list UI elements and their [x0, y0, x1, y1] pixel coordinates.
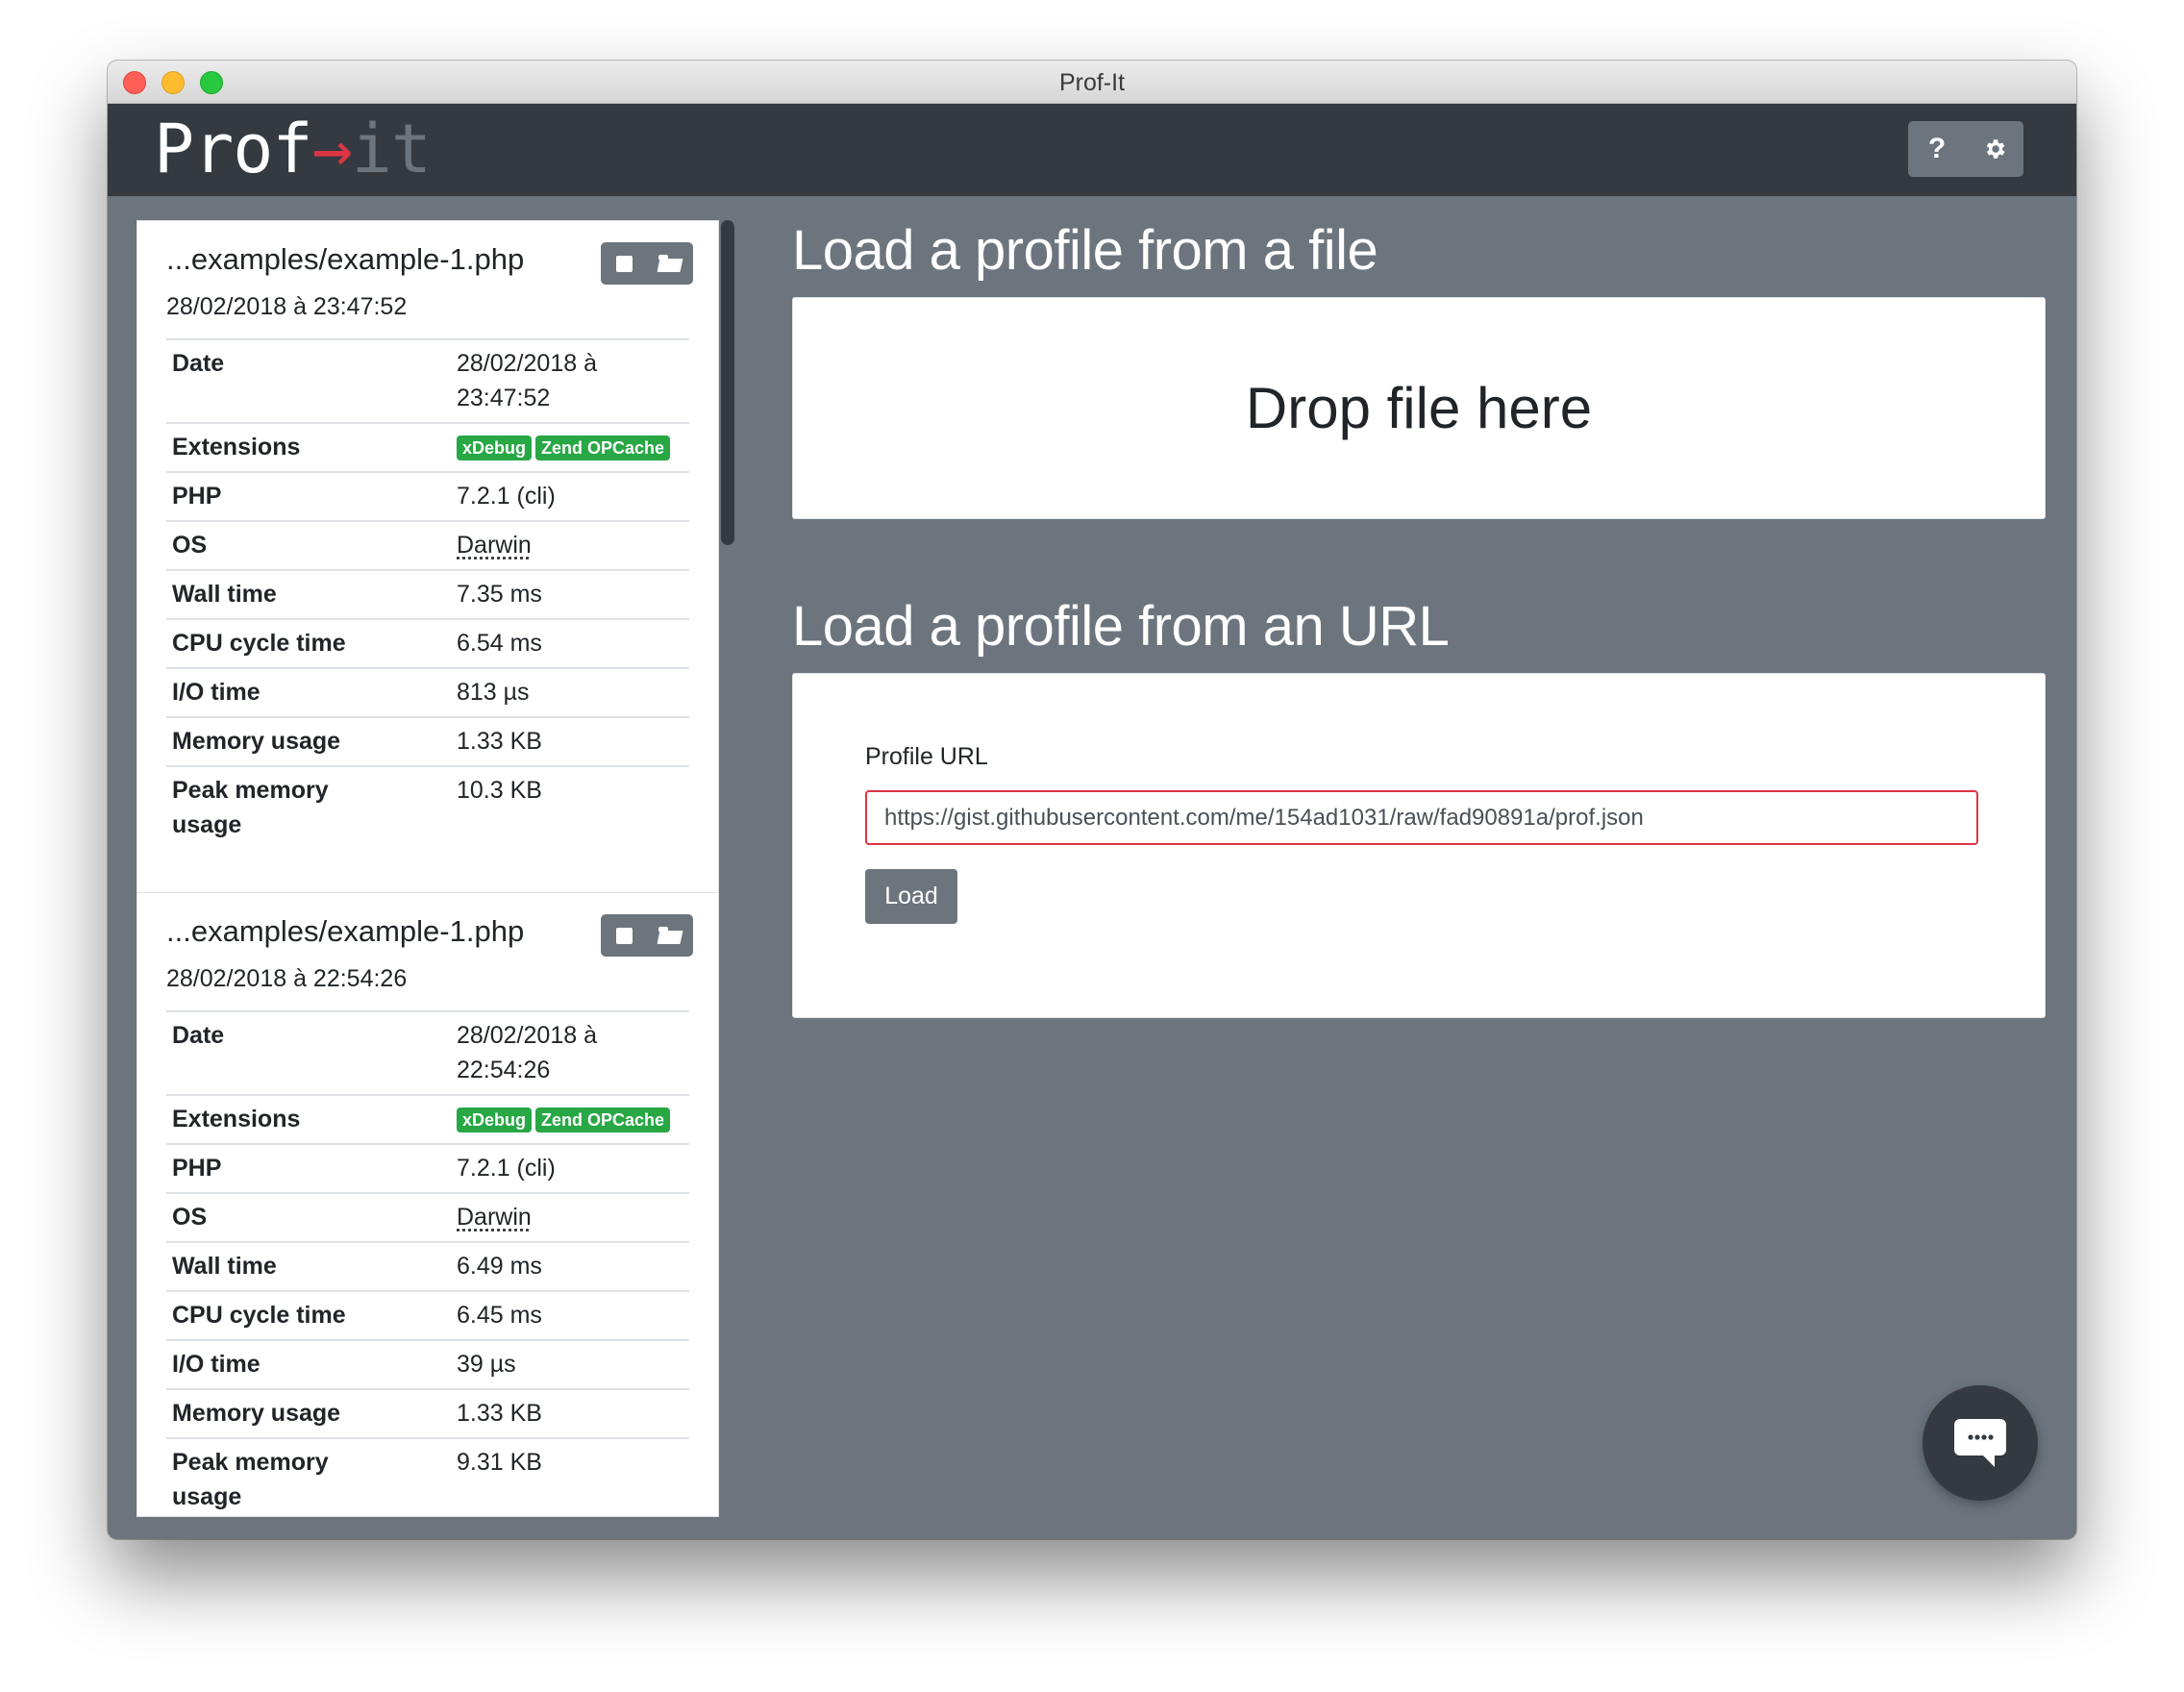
chat-button[interactable]	[1923, 1385, 2038, 1501]
property-value: 1.33 KB	[457, 728, 542, 755]
property-value: 39 µs	[457, 1351, 516, 1378]
open-profile-button[interactable]	[647, 914, 693, 957]
profile-card: ...examples/example-1.php 28/02/2018 à 2…	[137, 892, 718, 1516]
property-label: Peak memory usage	[172, 777, 329, 838]
property-value: Darwin	[451, 521, 689, 570]
property-value: 28/02/2018 à 22:54:26	[457, 1022, 597, 1083]
table-row: PHP 7.2.1 (cli)	[166, 472, 689, 521]
question-icon: ?	[1927, 133, 1947, 164]
property-value: 7.2.1 (cli)	[457, 1155, 556, 1182]
table-row: Peak memory usage 9.31 KB	[166, 1438, 689, 1516]
profile-date: 28/02/2018 à 22:54:26	[166, 965, 408, 992]
table-row: Memory usage 1.33 KB	[166, 1389, 689, 1438]
profile-properties-table: Date 28/02/2018 à 22:54:26 Extensions xDeb…	[166, 1010, 689, 1516]
profile-actions	[601, 242, 693, 285]
settings-button[interactable]	[1966, 121, 2023, 177]
load-button[interactable]: Load	[865, 869, 957, 924]
property-label: I/O time	[172, 679, 261, 706]
property-label: I/O time	[172, 1351, 261, 1378]
square-icon	[615, 927, 633, 944]
property-label: Memory usage	[172, 1400, 341, 1427]
property-value: 1.33 KB	[457, 1400, 542, 1427]
table-row: Date 28/02/2018 à 22:54:26	[166, 1011, 689, 1095]
property-value: 6.54 ms	[457, 630, 542, 657]
property-value: 6.49 ms	[457, 1253, 542, 1280]
app-logo: Prof→it	[154, 110, 432, 188]
table-row: Date 28/02/2018 à 23:47:52	[166, 339, 689, 423]
table-row: Extensions xDebug Zend OPCache	[166, 1095, 689, 1144]
url-section-title: Load a profile from an URL	[792, 595, 1450, 658]
file-section-title: Load a profile from a file	[792, 219, 1378, 282]
extension-badge: xDebug	[457, 1107, 533, 1133]
dropzone-label: Drop file here	[1245, 376, 1593, 440]
help-button[interactable]: ?	[1908, 121, 1966, 177]
property-label: Extensions	[172, 1106, 301, 1132]
table-row: OS Darwin	[166, 1193, 689, 1242]
profile-history-sidebar[interactable]: ...examples/example-1.php 28/02/2018 à 2…	[136, 220, 719, 1517]
table-row: CPU cycle time 6.45 ms	[166, 1291, 689, 1340]
table-row: PHP 7.2.1 (cli)	[166, 1144, 689, 1193]
property-value: 9.31 KB	[457, 1449, 542, 1476]
extension-badge: xDebug	[457, 435, 533, 461]
property-label: CPU cycle time	[172, 630, 346, 657]
table-row: Peak memory usage 10.3 KB	[166, 766, 689, 849]
open-profile-button[interactable]	[647, 242, 693, 285]
property-value: 813 µs	[457, 679, 530, 706]
property-label: Extensions	[172, 434, 301, 460]
app-window: Prof-It Prof→it ? ...examples/example-1.…	[108, 61, 2076, 1539]
table-row: CPU cycle time 6.54 ms	[166, 619, 689, 668]
property-label: Memory usage	[172, 728, 341, 755]
delete-profile-button[interactable]	[601, 242, 647, 285]
property-value: 10.3 KB	[457, 777, 542, 804]
delete-profile-button[interactable]	[601, 914, 647, 957]
navbar-button-group: ?	[1908, 121, 2023, 177]
property-label: PHP	[172, 483, 222, 510]
property-label: CPU cycle time	[172, 1302, 346, 1329]
property-value: xDebug Zend OPCache	[451, 423, 689, 472]
url-form-panel: Profile URL Load	[792, 673, 2046, 1018]
extension-badge: Zend OPCache	[535, 435, 671, 461]
property-value: 7.35 ms	[457, 581, 542, 608]
property-label: OS	[172, 1204, 208, 1231]
window-title: Prof-It	[1058, 69, 1126, 96]
os-abbreviation: Darwin	[457, 532, 532, 559]
property-value: Darwin	[451, 1193, 689, 1242]
title-bar: Prof-It	[108, 61, 2076, 104]
property-label: OS	[172, 532, 208, 559]
property-label: Date	[172, 1022, 225, 1049]
chat-bubble-icon	[1954, 1419, 2006, 1467]
profile-url-label: Profile URL	[865, 743, 988, 770]
table-row: I/O time 39 µs	[166, 1340, 689, 1389]
property-label: Wall time	[172, 1253, 277, 1280]
property-label: Wall time	[172, 581, 277, 608]
square-icon	[615, 255, 633, 272]
sidebar-scrollbar[interactable]	[721, 220, 734, 545]
property-value: 7.2.1 (cli)	[457, 483, 556, 510]
property-value: 28/02/2018 à 23:47:52	[457, 350, 597, 411]
property-value: 6.45 ms	[457, 1302, 542, 1329]
profile-card: ...examples/example-1.php 28/02/2018 à 2…	[137, 221, 718, 892]
folder-open-icon	[657, 255, 683, 272]
property-label: Date	[172, 350, 225, 377]
table-row: I/O time 813 µs	[166, 668, 689, 717]
extension-badge: Zend OPCache	[535, 1107, 671, 1133]
profile-properties-table: Date 28/02/2018 à 23:47:52 Extensions xDeb…	[166, 338, 689, 849]
navbar: Prof→it ?	[108, 104, 2076, 196]
profile-url-input[interactable]	[865, 790, 1978, 845]
property-label: PHP	[172, 1155, 222, 1182]
folder-open-icon	[657, 927, 683, 944]
profile-date: 28/02/2018 à 23:47:52	[166, 293, 408, 320]
table-row: Memory usage 1.33 KB	[166, 717, 689, 766]
table-row: Extensions xDebug Zend OPCache	[166, 423, 689, 472]
profile-actions	[601, 914, 693, 957]
property-label: Peak memory usage	[172, 1449, 329, 1510]
gear-icon	[1986, 139, 2005, 159]
property-value: xDebug Zend OPCache	[451, 1095, 689, 1144]
table-row: Wall time 6.49 ms	[166, 1242, 689, 1291]
table-row: OS Darwin	[166, 521, 689, 570]
table-row: Wall time 7.35 ms	[166, 570, 689, 619]
file-dropzone[interactable]: Drop file here	[792, 297, 2046, 519]
main-content: Load a profile from a file Drop file her…	[792, 220, 2046, 1018]
os-abbreviation: Darwin	[457, 1204, 532, 1231]
